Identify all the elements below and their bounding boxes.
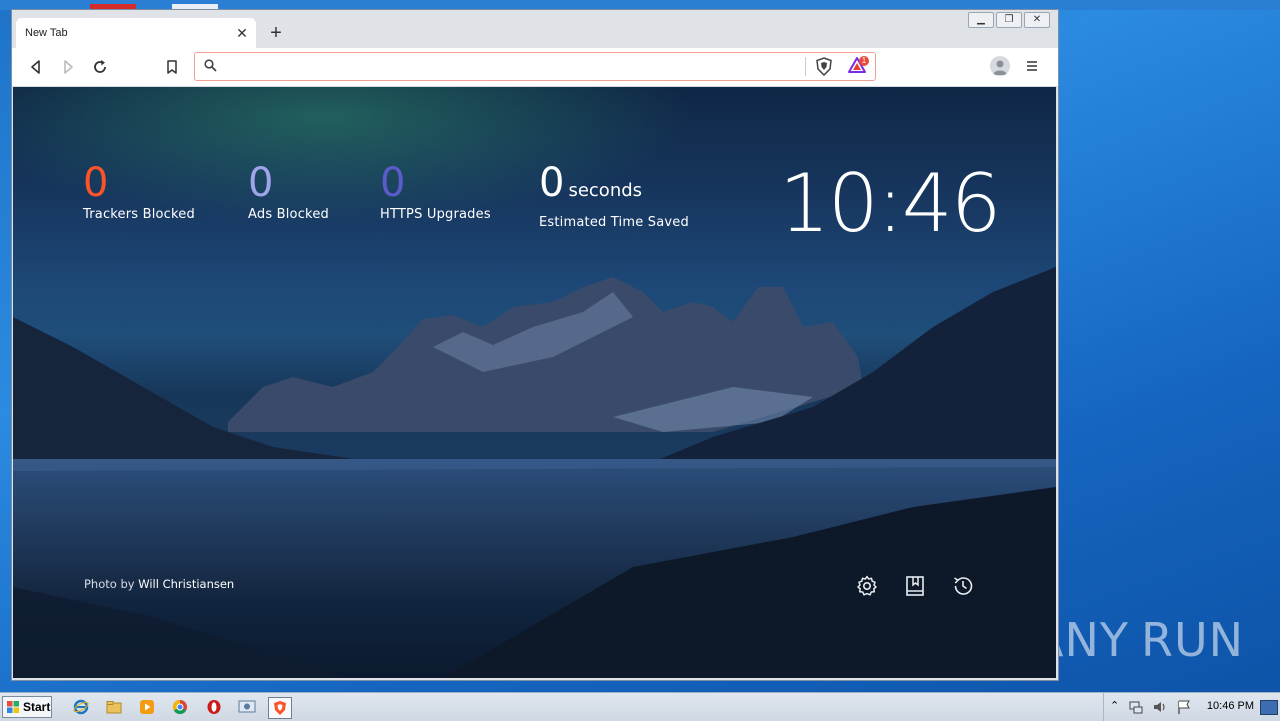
stat-time-value: 0 xyxy=(539,160,565,206)
bookmark-button[interactable] xyxy=(162,57,182,77)
taskbar-explorer[interactable] xyxy=(103,697,125,717)
explorer-icon xyxy=(106,701,122,714)
tab-strip: New Tab ✕ + xyxy=(12,10,1058,48)
stat-ads-blocked: 0 Ads Blocked xyxy=(248,161,329,222)
history-icon xyxy=(954,577,973,595)
taskbar-opera[interactable] xyxy=(203,697,225,717)
back-icon xyxy=(31,60,40,74)
address-input[interactable] xyxy=(225,56,789,78)
browser-toolbar: 1 xyxy=(12,48,1058,87)
window-controls: ▁ ❐ ✕ xyxy=(968,12,1050,28)
stat-ads-value: 0 xyxy=(248,160,274,206)
new-tab-page: 0 Trackers Blocked 0 Ads Blocked 0 HTTPS… xyxy=(13,87,1056,678)
volume-icon[interactable] xyxy=(1152,699,1168,715)
stat-https-value: 0 xyxy=(380,160,406,206)
show-desktop-button[interactable] xyxy=(1260,700,1278,715)
photo-credit-prefix: Photo by xyxy=(84,577,135,591)
taskbar-ie[interactable] xyxy=(70,697,92,717)
settings-button[interactable] xyxy=(855,574,879,598)
tab-close-icon[interactable]: ✕ xyxy=(234,25,250,41)
hamburger-menu-icon xyxy=(1027,61,1037,71)
profile-icon xyxy=(993,60,1007,75)
stat-ads-label: Ads Blocked xyxy=(248,207,329,222)
new-tab-button[interactable]: + xyxy=(266,23,286,44)
network-icon[interactable] xyxy=(1128,699,1144,715)
taskbar-media-player[interactable] xyxy=(136,697,158,717)
ie-icon xyxy=(73,699,89,715)
chrome-icon xyxy=(172,699,187,715)
watermark-text-right: RUN xyxy=(1140,613,1245,667)
tray-clock[interactable]: 10:46 PM xyxy=(1207,700,1254,712)
brave-rewards-button[interactable]: 1 xyxy=(847,56,869,79)
gear-icon xyxy=(857,575,877,596)
address-separator xyxy=(805,57,806,76)
stat-time-unit: seconds xyxy=(568,180,643,201)
stat-trackers-value: 0 xyxy=(83,160,109,206)
search-icon xyxy=(204,59,217,72)
back-button[interactable] xyxy=(26,57,46,77)
bookmark-icon xyxy=(167,60,177,74)
restore-button[interactable]: ❐ xyxy=(996,12,1022,28)
reload-icon xyxy=(94,60,106,73)
start-button[interactable]: Start xyxy=(2,696,52,718)
address-bar[interactable]: 1 xyxy=(194,52,876,81)
forward-button[interactable] xyxy=(58,57,78,77)
stat-https-label: HTTPS Upgrades xyxy=(380,207,491,222)
forward-icon xyxy=(64,60,73,74)
system-tray: ⌃ 10:46 PM xyxy=(1103,693,1280,721)
taskbar-control-panel[interactable] xyxy=(236,697,258,717)
stat-trackers-label: Trackers Blocked xyxy=(83,207,195,222)
brave-icon xyxy=(274,701,286,715)
stat-trackers-blocked: 0 Trackers Blocked xyxy=(83,161,195,222)
taskbar-brave[interactable] xyxy=(268,697,292,719)
start-label: Start xyxy=(23,700,51,714)
taskbar-chrome[interactable] xyxy=(169,697,191,717)
profile-avatar[interactable] xyxy=(990,56,1010,76)
media-player-icon xyxy=(140,700,154,714)
ntp-clock: 10:46 xyxy=(779,157,1002,250)
windows-taskbar: Start ⌃ 10:46 PM xyxy=(0,692,1280,721)
minimize-button[interactable]: ▁ xyxy=(968,12,994,28)
control-panel-icon xyxy=(238,700,256,713)
close-window-button[interactable]: ✕ xyxy=(1024,12,1050,28)
main-menu-button[interactable] xyxy=(1024,58,1040,74)
photo-credit-author[interactable]: Will Christiansen xyxy=(138,577,234,591)
brave-shield-icon[interactable] xyxy=(815,57,833,76)
browser-window: New Tab ✕ + ▁ ❐ ✕ 1 0 Trackers Blocked 0… xyxy=(12,10,1058,680)
stat-time-saved: 0 seconds Estimated Time Saved xyxy=(539,161,689,230)
stat-time-label: Estimated Time Saved xyxy=(539,215,689,230)
anyrun-watermark: ANY RUN xyxy=(1032,604,1243,676)
bookmarks-icon xyxy=(906,576,924,596)
tab-new-tab[interactable]: New Tab ✕ xyxy=(16,18,256,48)
stat-time-value-row: 0 seconds xyxy=(539,161,689,213)
bookmarks-button[interactable] xyxy=(903,574,927,598)
reload-button[interactable] xyxy=(90,57,110,77)
windows-logo-icon xyxy=(7,701,19,713)
stat-https-upgrades: 0 HTTPS Upgrades xyxy=(380,161,491,222)
tray-expand-icon[interactable]: ⌃ xyxy=(1110,699,1119,712)
action-center-flag-icon[interactable] xyxy=(1176,699,1192,715)
opera-icon xyxy=(207,700,221,714)
desktop-top-strip xyxy=(0,0,1280,10)
ntp-actions xyxy=(855,574,975,598)
tab-title: New Tab xyxy=(25,27,68,39)
rewards-badge: 1 xyxy=(859,56,869,66)
photo-credit: Photo by Will Christiansen xyxy=(84,577,234,591)
history-button[interactable] xyxy=(951,574,975,598)
